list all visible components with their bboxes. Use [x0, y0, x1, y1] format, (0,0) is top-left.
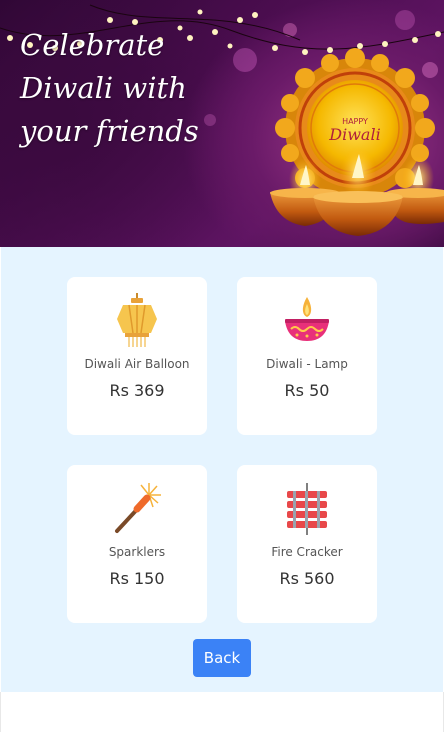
banner-title-line-3: your friends	[20, 114, 199, 148]
back-button[interactable]: Back	[193, 639, 251, 677]
diya-lamp-icon	[285, 297, 329, 341]
product-name: Diwali Air Balloon	[84, 357, 190, 371]
product-price: Rs 560	[279, 569, 335, 588]
banner-title: Celebrate Diwali with your friends	[20, 24, 240, 153]
product-card-air-balloon[interactable]: Diwali Air Balloon Rs 369	[67, 277, 207, 435]
sparkler-icon	[115, 483, 161, 533]
product-price: Rs 369	[109, 381, 165, 400]
lantern-icon	[117, 293, 157, 347]
product-card-lamp[interactable]: Diwali - Lamp Rs 50	[237, 277, 377, 435]
banner-title-line-2: Diwali with	[20, 71, 187, 105]
hero-banner: HAPPY Diwali Celebrate Diwali with your …	[0, 0, 444, 247]
firecracker-icon	[287, 483, 327, 535]
product-name: Fire Cracker	[271, 545, 343, 559]
product-price: Rs 50	[284, 381, 330, 400]
product-card-fire-cracker[interactable]: Fire Cracker Rs 560	[237, 465, 377, 623]
product-card-sparklers[interactable]: Sparklers Rs 150	[67, 465, 207, 623]
product-grid: Diwali Air Balloon Rs 369 Diwali - Lamp …	[1, 247, 443, 692]
product-price: Rs 150	[109, 569, 165, 588]
footer-area	[0, 692, 444, 732]
banner-title-line-1: Celebrate	[20, 28, 165, 62]
product-name: Sparklers	[108, 545, 166, 559]
badge-diwali: Diwali	[328, 125, 380, 144]
product-name: Diwali - Lamp	[266, 357, 348, 371]
